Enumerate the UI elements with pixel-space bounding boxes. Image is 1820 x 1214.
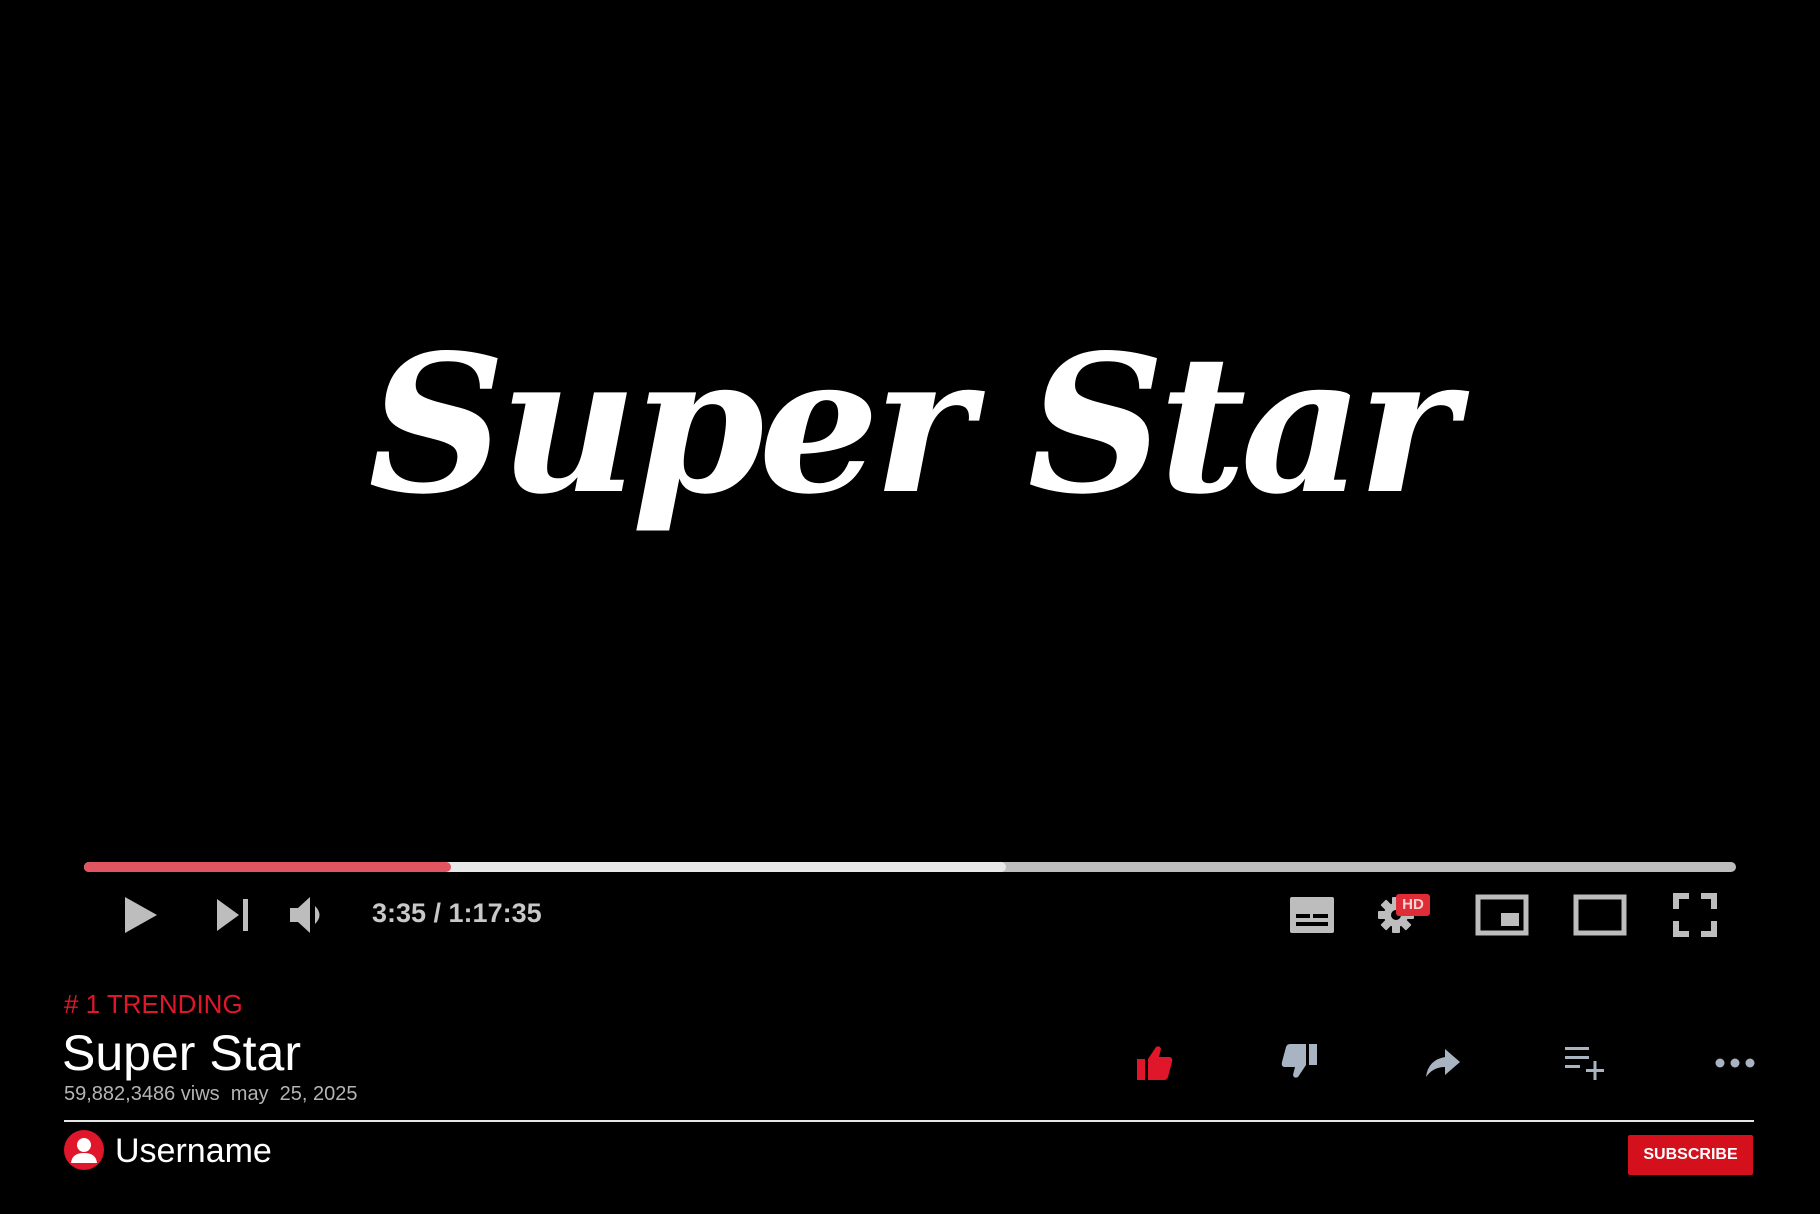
dislike-button[interactable] [1278,1040,1320,1082]
volume-button[interactable] [286,892,332,938]
volume-icon [290,897,320,933]
miniplayer-button[interactable] [1474,891,1530,939]
trending-label[interactable]: # 1 TRENDING [64,988,243,1020]
time-display: 3:35 / 1:17:35 [372,898,542,928]
theater-mode-button[interactable] [1572,891,1628,939]
progress-played [84,862,451,872]
video-title: Super Star [62,1025,302,1081]
user-icon [71,1138,97,1163]
like-button[interactable] [1134,1042,1176,1084]
fullscreen-icon [1673,893,1717,937]
more-options-button[interactable] [1712,1048,1758,1078]
next-icon [217,899,248,931]
more-options-icon [1715,1058,1755,1068]
share-icon [1426,1049,1460,1077]
video-meta: 59,882,3486 viws may 25, 2025 [64,1083,358,1105]
fullscreen-button[interactable] [1670,890,1720,940]
hd-badge: HD [1396,894,1430,916]
captions-button[interactable] [1288,893,1336,937]
avatar[interactable] [64,1130,104,1170]
play-button[interactable] [114,890,164,940]
dislike-icon [1281,1044,1317,1078]
play-icon [125,897,157,933]
video-player[interactable]: Super Star [0,0,1820,840]
miniplayer-icon [1475,894,1529,936]
channel-username[interactable]: Username [115,1131,272,1171]
progress-bar[interactable] [84,862,1736,872]
theater-mode-icon [1573,894,1627,936]
add-to-playlist-button[interactable] [1562,1042,1608,1084]
next-button[interactable] [210,892,256,938]
like-icon [1137,1046,1173,1080]
add-to-playlist-icon [1565,1047,1604,1080]
captions-icon [1290,897,1334,933]
video-title-art: Super Star [368,313,1458,536]
divider [64,1120,1754,1122]
subscribe-button[interactable]: SUBSCRIBE [1628,1135,1753,1175]
share-button[interactable] [1422,1042,1464,1084]
